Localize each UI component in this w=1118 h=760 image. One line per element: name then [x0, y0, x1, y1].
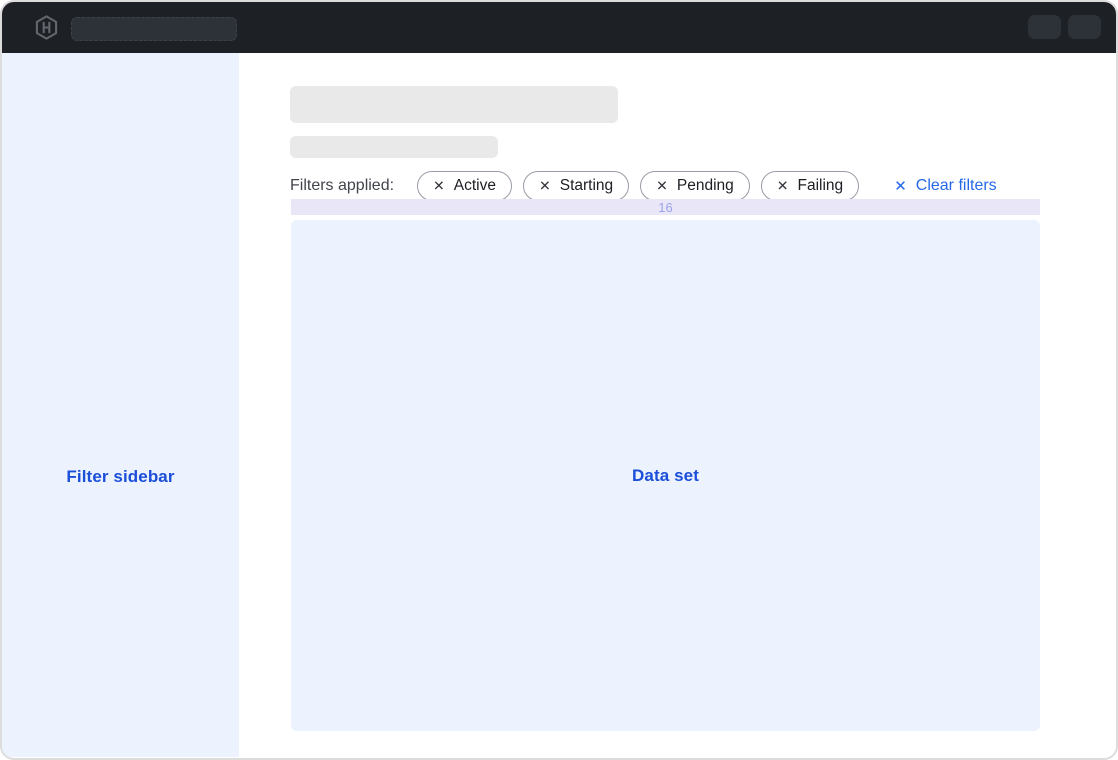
filter-chip-label: Failing — [798, 177, 844, 195]
close-icon[interactable]: ✕ — [777, 179, 789, 193]
page-subtitle-skeleton — [290, 136, 498, 158]
topbar-button-skeleton-2[interactable] — [1068, 15, 1101, 39]
filter-chip-pending[interactable]: ✕ Pending — [640, 171, 750, 201]
app-window: Filter sidebar Filters applied: ✕ Active… — [0, 0, 1118, 760]
filter-chip-active[interactable]: ✕ Active — [417, 171, 512, 201]
filter-chip-failing[interactable]: ✕ Failing — [761, 171, 859, 201]
clear-filters-label: Clear filters — [916, 177, 997, 195]
filter-chip-starting[interactable]: ✕ Starting — [523, 171, 629, 201]
filter-sidebar: Filter sidebar — [2, 53, 239, 757]
page-title-skeleton — [290, 86, 618, 123]
clear-filters-button[interactable]: ✕ Clear filters — [894, 177, 996, 195]
topbar-actions — [1028, 15, 1101, 39]
filter-chip-label: Starting — [560, 177, 613, 195]
filters-applied-row: Filters applied: ✕ Active ✕ Starting ✕ P… — [290, 171, 997, 201]
topbar-button-skeleton-1[interactable] — [1028, 15, 1061, 39]
filters-applied-label: Filters applied: — [290, 177, 394, 195]
close-icon: ✕ — [894, 177, 907, 195]
result-count-bar: 16 — [291, 199, 1040, 215]
filter-chip-label: Active — [454, 177, 496, 195]
filter-sidebar-label: Filter sidebar — [2, 467, 239, 487]
search-input-skeleton[interactable] — [71, 17, 237, 41]
data-set-label: Data set — [632, 466, 699, 486]
main-content: Filters applied: ✕ Active ✕ Starting ✕ P… — [239, 53, 1116, 758]
close-icon[interactable]: ✕ — [539, 179, 551, 193]
hashicorp-logo-icon[interactable] — [34, 15, 59, 40]
top-navigation-bar — [2, 2, 1116, 53]
result-count: 16 — [658, 201, 672, 214]
close-icon[interactable]: ✕ — [656, 179, 668, 193]
filter-chip-label: Pending — [677, 177, 734, 195]
data-set-panel: Data set — [291, 220, 1040, 731]
close-icon[interactable]: ✕ — [433, 179, 445, 193]
